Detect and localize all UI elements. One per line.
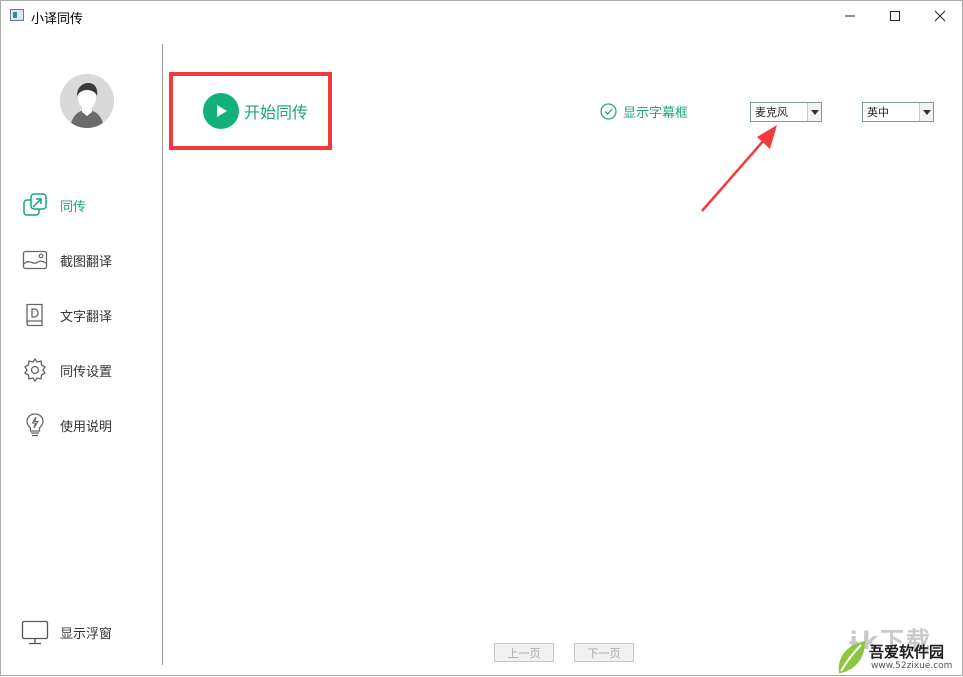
lightbulb-icon <box>21 411 49 439</box>
start-label: 开始同传 <box>244 103 309 122</box>
title-bar: 小译同传 <box>1 1 962 31</box>
sidebar-item-label: 截图翻译 <box>60 254 113 270</box>
sidebar-item-label: 同传 <box>60 199 87 215</box>
watermark: ɨk下载 吾爱软件园 www.52zixue.com <box>833 621 963 675</box>
share-window-icon <box>21 191 49 219</box>
avatar[interactable] <box>60 74 114 128</box>
show-subtitle-toggle[interactable]: 显示字幕框 <box>600 102 688 121</box>
minimize-button[interactable] <box>827 1 873 31</box>
minimize-icon <box>845 15 855 17</box>
maximize-icon <box>890 11 900 21</box>
start-interpretation-button[interactable]: 开始同传 <box>203 93 308 129</box>
language-pair-value: 英中 <box>867 106 889 119</box>
play-icon <box>203 93 239 129</box>
watermark-name: 吾爱软件园 <box>869 643 945 661</box>
close-icon <box>934 10 946 22</box>
chevron-down-icon <box>807 103 821 121</box>
input-source-value: 麦克风 <box>755 106 788 119</box>
sidebar-item-label: 显示浮窗 <box>60 626 113 642</box>
sidebar-item-show-floating-window[interactable]: 显示浮窗 <box>21 617 151 647</box>
language-pair-select[interactable]: 英中 <box>862 102 934 122</box>
sidebar-divider <box>162 44 163 665</box>
app-window: 小译同传 同传 截图翻译 文字翻译 同传设置 使用说明 显示浮窗 开始同传 显示… <box>0 0 963 676</box>
user-avatar-icon <box>60 74 114 128</box>
gear-icon <box>21 356 49 384</box>
sidebar-item-screenshot-translate[interactable]: 截图翻译 <box>21 245 151 275</box>
app-logo-icon <box>10 9 24 21</box>
show-subtitle-label: 显示字幕框 <box>623 106 689 121</box>
sidebar-item-label: 文字翻译 <box>60 309 113 325</box>
chevron-down-icon <box>919 103 933 121</box>
document-icon <box>21 301 49 329</box>
maximize-button[interactable] <box>872 1 918 31</box>
check-circle-icon <box>600 103 617 120</box>
window-title: 小译同传 <box>31 12 84 27</box>
sidebar-item-help[interactable]: 使用说明 <box>21 410 151 440</box>
prev-page-button[interactable]: 上一页 <box>494 643 554 662</box>
image-icon <box>21 246 49 274</box>
next-page-button[interactable]: 下一页 <box>574 643 634 662</box>
leaf-logo-icon <box>838 641 865 673</box>
sidebar-item-interpretation[interactable]: 同传 <box>21 190 151 220</box>
sidebar-item-label: 同传设置 <box>60 364 113 380</box>
input-source-select[interactable]: 麦克风 <box>750 102 822 122</box>
sidebar-item-settings[interactable]: 同传设置 <box>21 355 151 385</box>
watermark-url: www.52zixue.com <box>871 661 953 671</box>
sidebar-item-text-translate[interactable]: 文字翻译 <box>21 300 151 330</box>
monitor-icon <box>21 618 49 646</box>
close-button[interactable] <box>917 1 963 31</box>
sidebar-item-label: 使用说明 <box>60 419 113 435</box>
